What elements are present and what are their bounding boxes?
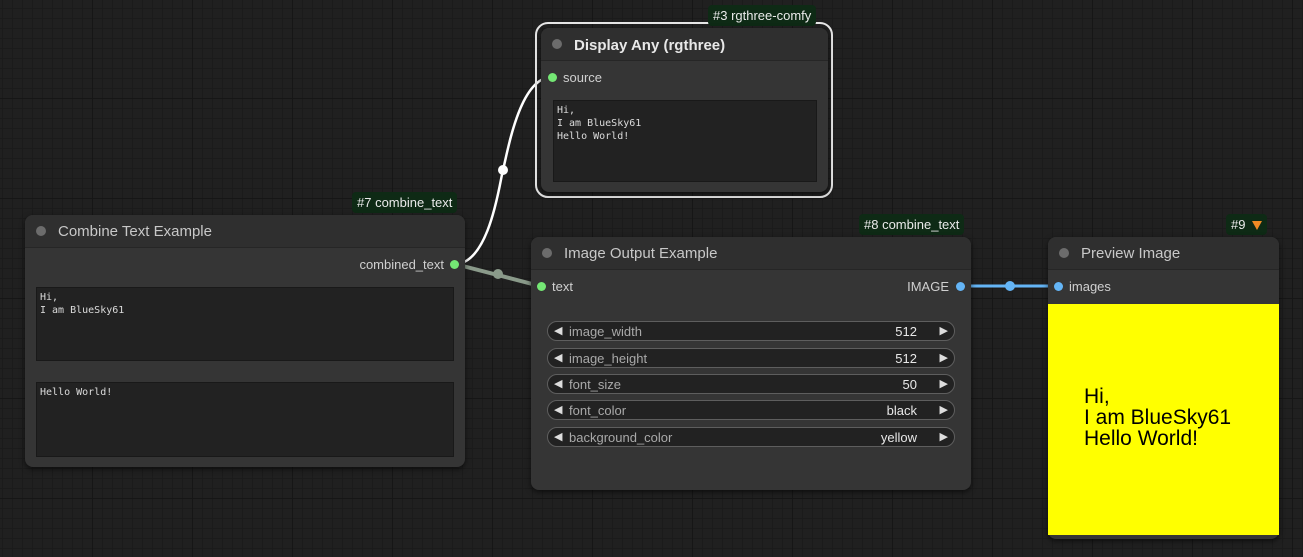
- left-arrow-icon[interactable]: ◀: [554, 324, 562, 337]
- widget-name: image_height: [569, 351, 648, 366]
- node-title: Display Any (rgthree): [574, 37, 726, 54]
- input-socket-text[interactable]: [537, 282, 546, 291]
- node-header[interactable]: Image Output Example: [531, 237, 971, 270]
- preview-line: I am BlueSky61: [1084, 406, 1232, 429]
- right-arrow-icon[interactable]: ▶: [940, 430, 948, 443]
- widget-font-color[interactable]: ◀ font_color black ▶: [547, 400, 955, 420]
- left-arrow-icon[interactable]: ◀: [554, 377, 562, 390]
- input-label: images: [1069, 279, 1111, 294]
- input-socket-images[interactable]: [1054, 282, 1063, 291]
- collapse-dot[interactable]: [1059, 248, 1069, 258]
- widget-name: image_width: [569, 324, 642, 339]
- widget-background-color[interactable]: ◀ background_color yellow ▶: [547, 427, 955, 447]
- node-badge: #3 rgthree-comfy: [708, 5, 817, 26]
- badge-id: #9: [1231, 217, 1246, 232]
- widget-image-height[interactable]: ◀ image_height 512 ▶: [547, 348, 955, 368]
- link-midpoint[interactable]: [498, 165, 508, 175]
- collapse-dot[interactable]: [36, 226, 46, 236]
- widget-value: 50: [902, 377, 917, 392]
- node-badge: #9: [1226, 214, 1268, 235]
- node-title: Combine Text Example: [58, 223, 212, 240]
- node-header[interactable]: Display Any (rgthree): [541, 28, 828, 61]
- output-label: IMAGE: [907, 279, 949, 294]
- widget-name: background_color: [569, 430, 673, 445]
- widget-value: yellow: [880, 430, 917, 445]
- collapse-dot[interactable]: [542, 248, 552, 258]
- output-label: combined_text: [359, 257, 444, 272]
- link-combined-to-text[interactable]: [454, 262, 541, 288]
- node-combine-text[interactable]: Combine Text Example combined_text Hi, I…: [25, 215, 465, 467]
- preview-image[interactable]: Hi, I am BlueSky61 Hello World!: [1048, 304, 1279, 535]
- input-label: source: [563, 70, 603, 85]
- display-text-area[interactable]: Hi, I am BlueSky61 Hello World!: [553, 100, 817, 182]
- input-label: text: [552, 279, 573, 294]
- collapse-dot[interactable]: [552, 39, 562, 49]
- right-arrow-icon[interactable]: ▶: [940, 377, 948, 390]
- node-badge: #8 combine_text: [859, 214, 965, 235]
- output-socket-combined-text[interactable]: [450, 260, 459, 269]
- input-socket-source[interactable]: [548, 73, 557, 82]
- node-title: Image Output Example: [564, 245, 718, 262]
- widget-image-width[interactable]: ◀ image_width 512 ▶: [547, 321, 955, 341]
- left-arrow-icon[interactable]: ◀: [554, 351, 562, 364]
- widget-name: font_size: [569, 377, 622, 392]
- fox-icon: [1252, 221, 1263, 231]
- node-body[interactable]: Display Any (rgthree) source Hi, I am Bl…: [541, 28, 828, 192]
- preview-image-text: Hi, I am BlueSky61 Hello World!: [1084, 386, 1231, 449]
- text-input-1[interactable]: Hi, I am BlueSky61: [36, 287, 454, 361]
- widget-font-size[interactable]: ◀ font_size 50 ▶: [547, 374, 955, 394]
- text-input-2[interactable]: Hello World!: [36, 382, 454, 457]
- node-header[interactable]: Combine Text Example: [25, 215, 465, 248]
- widget-value: black: [886, 403, 917, 418]
- preview-line: Hi,: [1084, 385, 1110, 408]
- widget-value: 512: [895, 351, 917, 366]
- right-arrow-icon[interactable]: ▶: [940, 351, 948, 364]
- node-image-output[interactable]: Image Output Example text IMAGE ◀ image_…: [531, 237, 971, 490]
- node-badge: #7 combine_text: [352, 192, 458, 213]
- node-title: Preview Image: [1081, 245, 1181, 262]
- right-arrow-icon[interactable]: ▶: [940, 403, 948, 416]
- output-socket-image[interactable]: [956, 282, 965, 291]
- node-header[interactable]: Preview Image: [1048, 237, 1279, 270]
- widget-value: 512: [895, 324, 917, 339]
- link-midpoint[interactable]: [1005, 281, 1015, 291]
- preview-line: Hello World!: [1084, 427, 1198, 450]
- left-arrow-icon[interactable]: ◀: [554, 430, 562, 443]
- node-preview-image[interactable]: Preview Image images Hi, I am BlueSky61 …: [1048, 237, 1279, 539]
- widget-name: font_color: [569, 403, 627, 418]
- link-midpoint[interactable]: [493, 269, 503, 279]
- left-arrow-icon[interactable]: ◀: [554, 403, 562, 416]
- right-arrow-icon[interactable]: ▶: [940, 324, 948, 337]
